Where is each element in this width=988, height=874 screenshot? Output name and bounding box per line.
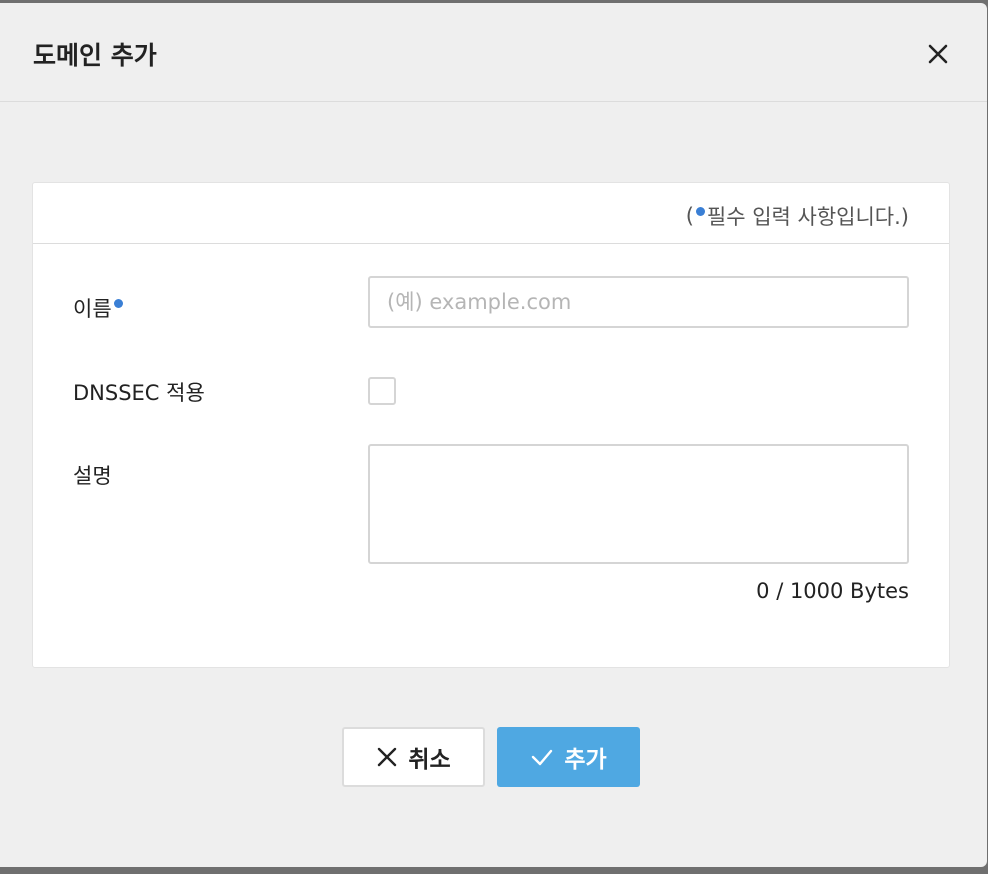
- dnssec-label: DNSSEC 적용: [73, 381, 205, 405]
- bytes-counter: 0 / 1000 Bytes: [756, 579, 909, 603]
- dialog-title: 도메인 추가: [33, 41, 157, 70]
- required-note-open: (: [685, 204, 694, 228]
- required-note: ( 필수 입력 사항입니다.): [686, 201, 909, 231]
- form-panel: ( 필수 입력 사항입니다.) 이름 DNSSEC 적용 설명 0 / 1000…: [32, 182, 950, 668]
- close-button[interactable]: [924, 40, 952, 68]
- add-domain-dialog: 도메인 추가 ( 필수 입력 사항입니다.) 이름 DNSSEC 적용 설명 0…: [0, 3, 987, 867]
- form-panel-header: ( 필수 입력 사항입니다.): [33, 183, 949, 244]
- required-dot-icon: [695, 206, 705, 216]
- dialog-header: 도메인 추가: [0, 3, 987, 102]
- close-icon: [928, 44, 948, 64]
- description-label: 설명: [73, 464, 112, 488]
- add-button-label: 추가: [564, 747, 607, 773]
- check-icon: [532, 749, 553, 766]
- dnssec-checkbox[interactable]: [368, 377, 396, 405]
- add-button[interactable]: 추가: [497, 727, 640, 787]
- name-input[interactable]: [368, 276, 909, 328]
- required-note-text: 필수 입력 사항입니다.): [706, 205, 909, 229]
- name-label: 이름: [73, 293, 125, 323]
- required-dot-icon: [113, 298, 123, 308]
- name-label-text: 이름: [73, 297, 112, 321]
- cancel-button-label: 취소: [408, 747, 451, 773]
- x-icon: [378, 747, 397, 767]
- description-textarea[interactable]: [368, 444, 909, 564]
- cancel-button[interactable]: 취소: [342, 727, 485, 787]
